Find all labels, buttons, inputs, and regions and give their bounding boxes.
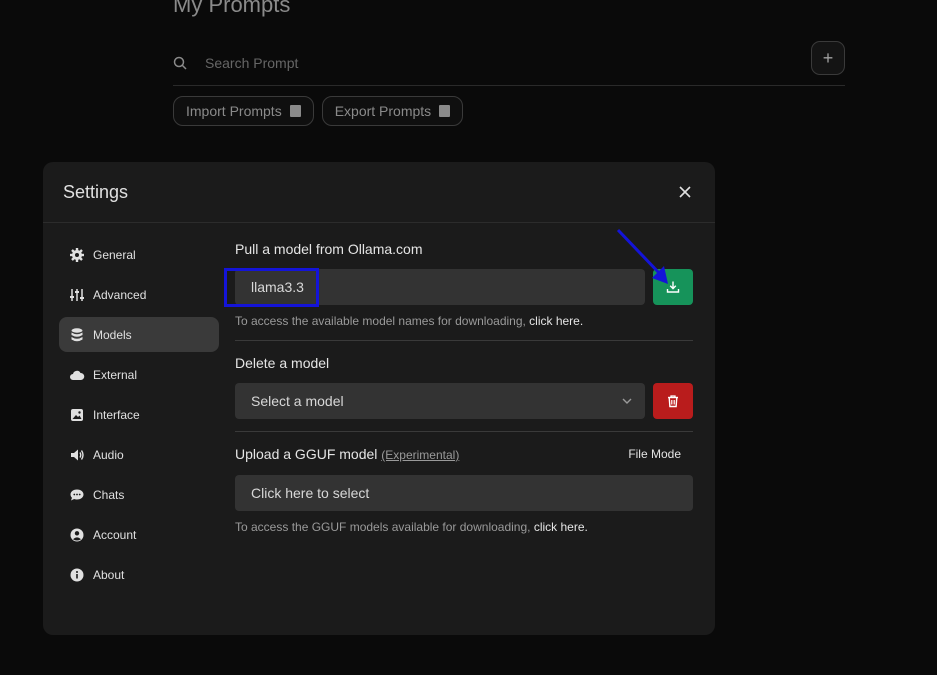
database-icon [69,327,85,343]
sidebar-item-about[interactable]: About [59,557,219,592]
page-title: My Prompts [173,0,291,17]
import-prompts-button[interactable]: Import Prompts [173,96,314,126]
models-panel: Pull a model from Ollama.com llama3.3 To… [235,241,693,534]
sidebar-item-general[interactable]: General [59,237,219,272]
settings-modal: Settings General Advanced Models Externa… [43,162,715,635]
search-icon [173,56,197,70]
settings-sidebar: General Advanced Models External Interfa… [59,237,219,597]
export-prompts-label: Export Prompts [334,103,432,119]
sliders-icon [69,287,85,303]
sidebar-item-label: Account [93,527,137,542]
pull-hint-text: To access the available model names for … [235,314,530,328]
upload-gguf-title: Upload a GGUF model (Experimental) [235,446,459,462]
chat-icon [69,487,85,503]
sidebar-item-label: About [93,567,125,582]
file-import-icon [289,105,301,117]
delete-model-title: Delete a model [235,355,330,371]
sidebar-item-label: External [93,367,138,382]
pull-model-title: Pull a model from Ollama.com [235,241,423,257]
user-icon [69,527,85,543]
pull-hint-link[interactable]: click here. [529,314,583,328]
import-prompts-label: Import Prompts [186,103,282,119]
sidebar-item-interface[interactable]: Interface [59,397,219,432]
gear-icon [69,247,85,263]
export-prompts-button[interactable]: Export Prompts [321,96,464,126]
close-icon [679,186,691,198]
sidebar-item-label: Audio [93,447,124,462]
sidebar-item-label: Interface [93,407,140,422]
pull-hint: To access the available model names for … [235,314,693,328]
search-bar: Search Prompt + [173,40,845,86]
sidebar-item-external[interactable]: External [59,357,219,392]
speaker-icon [69,447,85,463]
model-select[interactable]: Select a model [235,383,645,419]
gguf-file-select[interactable]: Click here to select [235,475,693,511]
gguf-hint: To access the GGUF models available for … [235,520,693,534]
sidebar-item-chats[interactable]: Chats [59,477,219,512]
add-prompt-button[interactable]: + [811,41,845,75]
model-select-value: Select a model [251,393,344,409]
sidebar-item-account[interactable]: Account [59,517,219,552]
upload-gguf-title-text: Upload a GGUF model [235,446,378,462]
close-button[interactable] [675,182,695,202]
cloud-icon [69,367,85,383]
sidebar-item-advanced[interactable]: Advanced [59,277,219,312]
file-mode-toggle[interactable]: File Mode [628,447,693,461]
file-export-icon [439,105,451,117]
sidebar-item-audio[interactable]: Audio [59,437,219,472]
info-icon [69,567,85,583]
delete-model-button[interactable] [653,383,693,419]
chevron-down-icon [622,398,632,404]
sidebar-item-models[interactable]: Models [59,317,219,352]
search-input[interactable]: Search Prompt [205,55,298,71]
trash-icon [668,395,678,408]
gguf-hint-link[interactable]: click here. [534,520,588,534]
image-icon [69,407,85,423]
sidebar-item-label: Chats [93,487,125,502]
model-name-input[interactable]: llama3.3 [235,269,645,305]
sidebar-item-label: Models [93,327,132,342]
experimental-tag: (Experimental) [381,448,460,462]
download-icon [666,281,680,293]
sidebar-item-label: Advanced [93,287,147,302]
divider [235,340,693,341]
gguf-hint-text: To access the GGUF models available for … [235,520,534,534]
divider [235,431,693,432]
modal-title: Settings [63,181,129,202]
sidebar-item-label: General [93,247,136,262]
pull-model-button[interactable] [653,269,693,305]
